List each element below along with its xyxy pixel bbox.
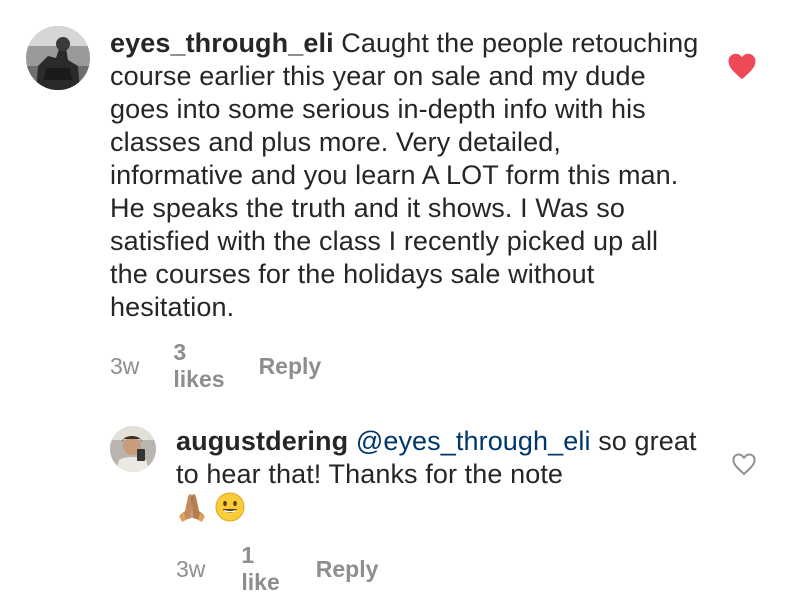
reply-button[interactable]: Reply [259,353,322,380]
comment-timestamp: 3w [176,555,206,582]
comment-meta: 3w 1 like Reply [176,542,378,596]
comment-username[interactable]: eyes_through_eli [110,28,334,58]
emoji-row [176,491,246,531]
comment-username[interactable]: augustdering [176,426,348,456]
avatar[interactable] [110,426,156,472]
avatar[interactable] [26,26,90,90]
comment-text: eyes_through_eli Caught the people retou… [110,27,700,324]
avatar-image [26,26,90,90]
folded-hands-emoji [176,491,208,531]
like-count-button[interactable]: 3 likes [173,339,224,393]
avatar-image [110,426,156,472]
like-count-button[interactable]: 1 like [241,542,279,596]
mention-link[interactable]: @eyes_through_eli [356,426,591,456]
reply-button[interactable]: Reply [316,556,379,583]
comment-body: Caught the people retouching course earl… [110,28,699,322]
heart-outline-icon[interactable] [731,452,757,481]
comment-meta: 3w 3 likes Reply [110,339,321,393]
heart-filled-icon[interactable] [727,52,757,85]
comment-text: augustdering @eyes_through_eli so great … [176,425,716,531]
smiling-face-emoji [214,491,246,531]
comment-timestamp: 3w [110,352,140,379]
